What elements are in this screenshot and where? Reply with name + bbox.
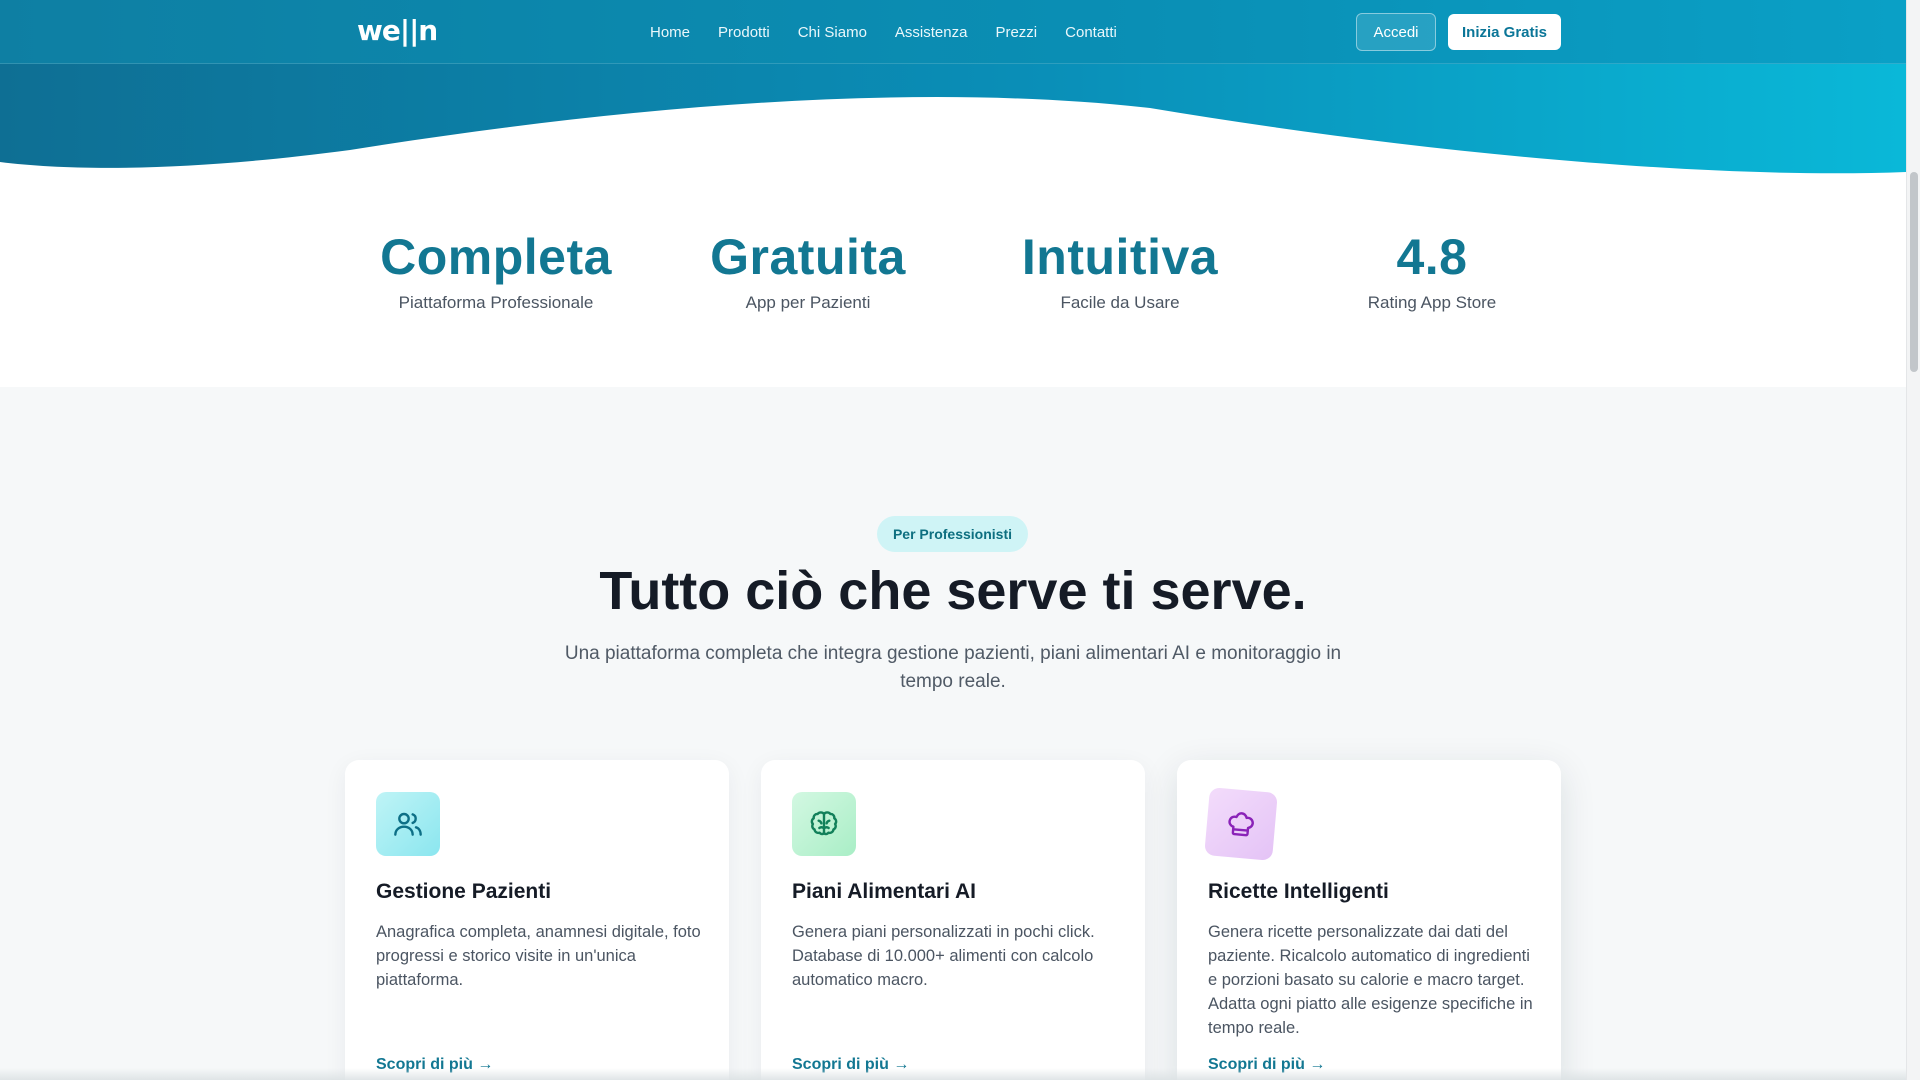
- nav-link-prodotti[interactable]: Prodotti: [718, 24, 770, 41]
- section-title: Tutto ciò che serve ti serve.: [599, 561, 1307, 621]
- stat-item: Completa Piattaforma Professionale: [340, 230, 652, 330]
- stat-label: Rating App Store: [1367, 293, 1497, 312]
- stat-value: Intuitiva: [1021, 229, 1219, 285]
- nav-link-home[interactable]: Home: [650, 24, 690, 41]
- bottom-fade: [0, 1068, 1906, 1080]
- stat-label: App per Pazienti: [745, 293, 871, 312]
- main-nav: Home Prodotti Chi Siamo Assistenza Prezz…: [650, 0, 1117, 64]
- nav-link-contatti[interactable]: Contatti: [1065, 24, 1117, 41]
- chef-hat-icon: [1204, 787, 1278, 861]
- stats-row: Completa Piattaforma Professionale Gratu…: [340, 230, 1590, 330]
- card-description: Anagrafica completa, anamnesi digitale, …: [376, 923, 701, 989]
- scrollbar-thumb[interactable]: [1910, 172, 1918, 372]
- stat-item: 4.8 Rating App Store: [1276, 230, 1588, 330]
- nav-link-prezzi[interactable]: Prezzi: [995, 24, 1037, 41]
- logo[interactable]: we||n: [357, 14, 438, 47]
- feature-card-ricette-intelligenti: Ricette Intelligenti Genera ricette pers…: [1177, 760, 1561, 1080]
- stat-value: Gratuita: [710, 229, 906, 285]
- page-scrollbar[interactable]: [1906, 0, 1920, 1080]
- top-navbar: we||n Home Prodotti Chi Siamo Assistenza…: [0, 0, 1906, 64]
- stat-value: Completa: [380, 229, 612, 285]
- stat-value: 4.8: [1396, 229, 1468, 285]
- card-description: Genera piani personalizzati in pochi cli…: [792, 923, 1095, 989]
- login-button[interactable]: Accedi: [1356, 13, 1436, 51]
- nav-link-chi-siamo[interactable]: Chi Siamo: [798, 24, 867, 41]
- nav-link-assistenza[interactable]: Assistenza: [895, 24, 968, 41]
- card-title: Piani Alimentari AI: [792, 880, 976, 903]
- stat-label: Facile da Usare: [1060, 293, 1180, 312]
- brain-icon: [792, 792, 856, 856]
- stat-item: Gratuita App per Pazienti: [652, 230, 964, 330]
- feature-card-piani-alimentari: Piani Alimentari AI Genera piani persona…: [761, 760, 1145, 1080]
- stat-label: Piattaforma Professionale: [398, 293, 594, 312]
- start-free-button[interactable]: Inizia Gratis: [1448, 14, 1561, 50]
- feature-card-gestione-pazienti: Gestione Pazienti Anagrafica completa, a…: [345, 760, 729, 1080]
- section-badge: Per Professionisti: [877, 516, 1028, 552]
- card-description: Genera ricette personalizzate dai dati d…: [1208, 923, 1533, 1037]
- stat-item: Intuitiva Facile da Usare: [964, 230, 1276, 330]
- section-subtitle: Una piattaforma completa che integra ges…: [564, 643, 1342, 692]
- users-icon: [376, 792, 440, 856]
- card-title: Gestione Pazienti: [376, 880, 552, 903]
- card-title: Ricette Intelligenti: [1208, 880, 1389, 903]
